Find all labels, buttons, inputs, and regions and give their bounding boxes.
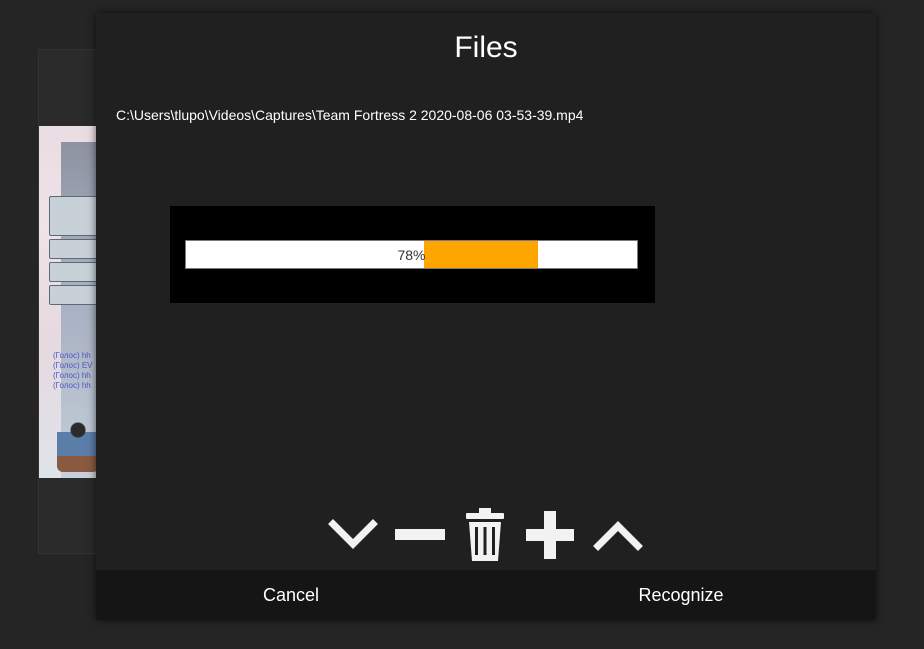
- progress-percent: 78%: [397, 246, 426, 263]
- hud-panel-icon: [49, 262, 99, 282]
- minus-icon: [395, 529, 445, 540]
- remove-button[interactable]: [393, 507, 447, 563]
- chevron-down-icon: [328, 519, 378, 549]
- hud-panel-icon: [49, 239, 99, 259]
- hud-panel-icon: [49, 285, 99, 305]
- file-path-item[interactable]: C:\Users\tlupo\Videos\Captures\Team Fort…: [116, 107, 583, 123]
- progress-bar: 78%: [185, 240, 638, 269]
- dialog-title: Files: [454, 31, 518, 64]
- move-up-button[interactable]: [591, 507, 645, 563]
- delete-button[interactable]: [458, 507, 512, 563]
- add-button[interactable]: [523, 507, 577, 563]
- video-thumbnail: (Голос) hh (Голос) EV (Голос) hh (Голос)…: [39, 126, 99, 478]
- chat-line: (Голос) EV: [53, 361, 93, 370]
- chat-line: (Голос) hh: [53, 371, 91, 380]
- chat-line: (Голос) hh: [53, 381, 91, 390]
- move-down-button[interactable]: [326, 507, 380, 563]
- progress-panel: 78%: [170, 206, 655, 303]
- chevron-up-icon: [593, 521, 643, 551]
- files-dialog: Files C:\Users\tlupo\Videos\Captures\Tea…: [96, 13, 876, 620]
- file-toolbar: [326, 507, 646, 563]
- hud-panel-icon: [49, 196, 99, 236]
- plus-icon: [526, 511, 574, 559]
- character-figure: [57, 416, 99, 472]
- cancel-button[interactable]: Cancel: [96, 570, 486, 620]
- trash-icon: [466, 508, 504, 561]
- recognize-button[interactable]: Recognize: [486, 570, 876, 620]
- dialog-footer: Cancel Recognize: [96, 570, 876, 620]
- chat-line: (Голос) hh: [53, 351, 91, 360]
